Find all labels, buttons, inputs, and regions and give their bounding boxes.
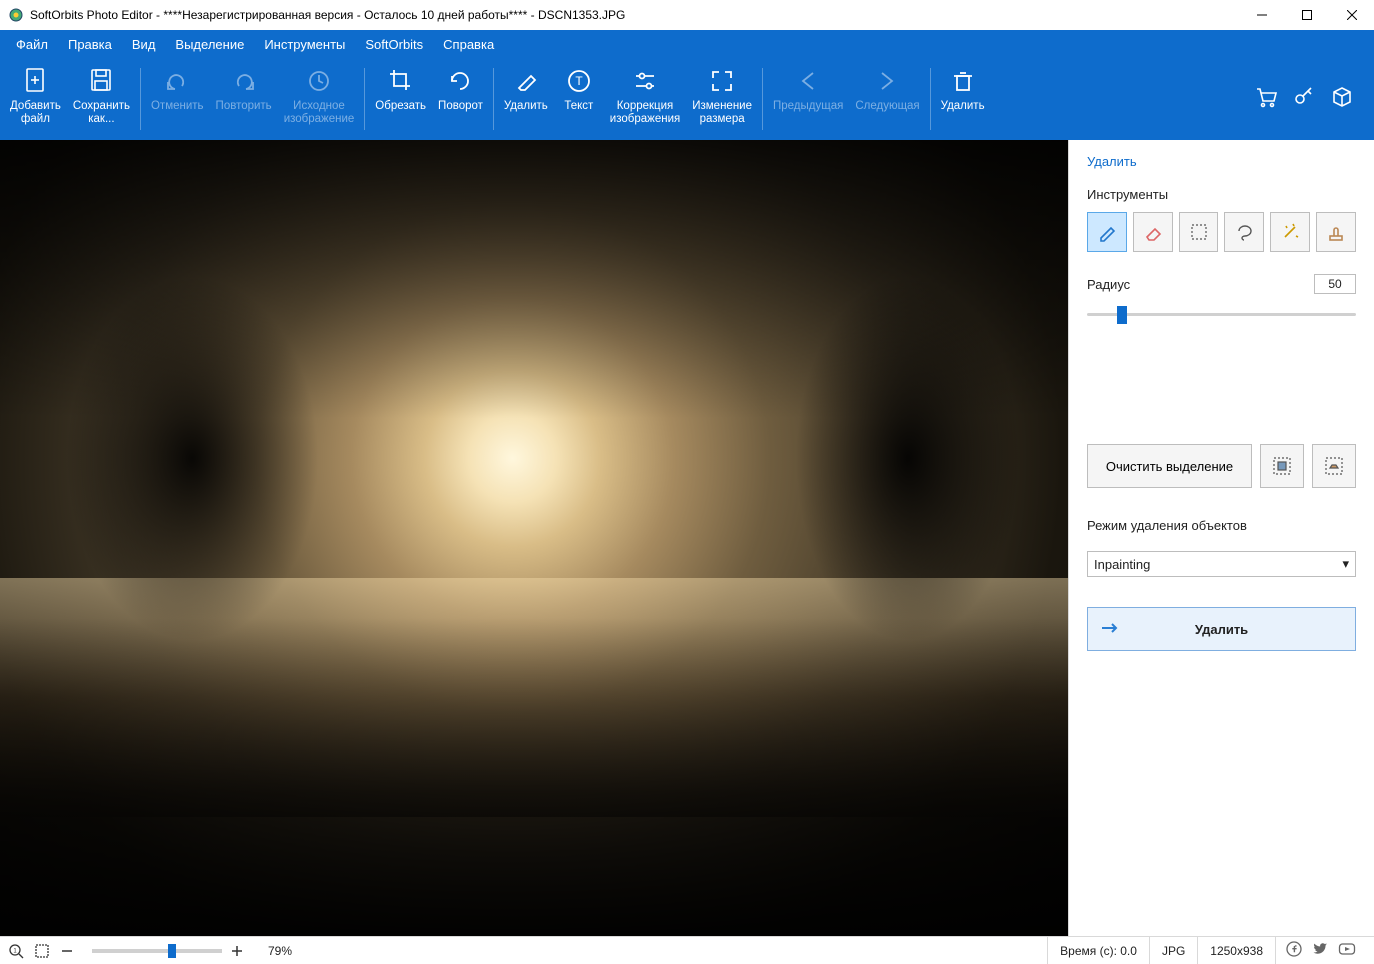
redo-icon xyxy=(231,64,257,98)
rotate-button[interactable]: Поворот xyxy=(432,58,489,140)
zoom-in-icon[interactable] xyxy=(230,944,244,958)
toolbar-divider xyxy=(762,68,763,130)
mode-select[interactable]: Inpainting ▾ xyxy=(1087,551,1356,577)
chevron-down-icon: ▾ xyxy=(1342,556,1349,572)
file-add-icon xyxy=(22,64,48,98)
stamp-tool[interactable] xyxy=(1316,212,1356,252)
eraser-icon xyxy=(513,64,539,98)
window-title: SoftOrbits Photo Editor - ****Незарегист… xyxy=(30,8,1239,22)
save-selection-button[interactable] xyxy=(1260,444,1304,488)
zoom-level: 79% xyxy=(268,944,292,958)
expand-icon xyxy=(709,64,735,98)
zoom-out-icon[interactable] xyxy=(60,944,74,958)
marker-tool[interactable] xyxy=(1087,212,1127,252)
zoom-actual-icon[interactable]: 1 xyxy=(8,943,24,959)
titlebar: SoftOrbits Photo Editor - ****Незарегист… xyxy=(0,0,1374,30)
prev-button[interactable]: Предыдущая xyxy=(767,58,849,140)
arrow-right-icon xyxy=(874,64,900,98)
radius-value[interactable]: 50 xyxy=(1314,274,1356,294)
sliders-icon xyxy=(632,64,658,98)
menu-edit[interactable]: Правка xyxy=(58,33,122,56)
status-format: JPG xyxy=(1149,937,1197,964)
crop-button[interactable]: Обрезать xyxy=(369,58,432,140)
undo-icon xyxy=(164,64,190,98)
arrow-left-icon xyxy=(795,64,821,98)
zoom-slider[interactable] xyxy=(92,949,222,953)
save-as-button[interactable]: Сохранить как... xyxy=(67,58,136,140)
trash-icon xyxy=(950,64,976,98)
status-time: Время (c): 0.0 xyxy=(1047,937,1149,964)
menubar: Файл Правка Вид Выделение Инструменты So… xyxy=(0,30,1374,58)
text-button[interactable]: T Текст xyxy=(554,58,604,140)
toolbar-divider xyxy=(364,68,365,130)
original-button[interactable]: Исходное изображение xyxy=(278,58,361,140)
statusbar: 1 79% Время (c): 0.0 JPG 1250x938 xyxy=(0,936,1374,964)
svg-text:1: 1 xyxy=(13,948,17,954)
canvas[interactable] xyxy=(0,140,1068,936)
svg-text:T: T xyxy=(575,74,583,88)
eraser-tool[interactable] xyxy=(1133,212,1173,252)
twitter-icon[interactable] xyxy=(1312,941,1328,960)
arrow-right-icon xyxy=(1100,621,1122,638)
undo-button[interactable]: Отменить xyxy=(145,58,210,140)
key-icon[interactable] xyxy=(1292,85,1316,114)
status-dimensions: 1250x938 xyxy=(1197,937,1275,964)
resize-button[interactable]: Изменение размера xyxy=(686,58,758,140)
history-icon xyxy=(306,64,332,98)
tools-label: Инструменты xyxy=(1087,187,1356,202)
menu-file[interactable]: Файл xyxy=(6,33,58,56)
clear-selection-button[interactable]: Очистить выделение xyxy=(1087,444,1252,488)
photo-image xyxy=(0,140,1068,936)
next-button[interactable]: Следующая xyxy=(849,58,925,140)
toolbar-divider xyxy=(493,68,494,130)
radius-slider[interactable] xyxy=(1087,304,1356,324)
facebook-icon[interactable] xyxy=(1286,941,1302,960)
workspace: Удалить Инструменты Радиус 50 Очистить в… xyxy=(0,140,1374,936)
toolbar-divider xyxy=(930,68,931,130)
crop-icon xyxy=(388,64,414,98)
rotate-icon xyxy=(447,64,473,98)
save-icon xyxy=(88,64,114,98)
text-icon: T xyxy=(566,64,592,98)
zoom-fit-icon[interactable] xyxy=(34,943,50,959)
minimize-button[interactable] xyxy=(1239,0,1284,30)
menu-help[interactable]: Справка xyxy=(433,33,504,56)
menu-selection[interactable]: Выделение xyxy=(165,33,254,56)
menu-softorbits[interactable]: SoftOrbits xyxy=(355,33,433,56)
app-icon xyxy=(8,7,24,23)
remove-button[interactable]: Удалить xyxy=(498,58,554,140)
tool-row xyxy=(1087,212,1356,252)
rect-select-tool[interactable] xyxy=(1179,212,1219,252)
remove-action-button[interactable]: Удалить xyxy=(1087,607,1356,651)
cart-icon[interactable] xyxy=(1254,85,1278,114)
mode-label: Режим удаления объектов xyxy=(1087,518,1356,533)
maximize-button[interactable] xyxy=(1284,0,1329,30)
load-selection-button[interactable] xyxy=(1312,444,1356,488)
delete-button[interactable]: Удалить xyxy=(935,58,991,140)
youtube-icon[interactable] xyxy=(1338,941,1356,960)
redo-button[interactable]: Повторить xyxy=(210,58,278,140)
radius-label: Радиус xyxy=(1087,277,1130,292)
close-button[interactable] xyxy=(1329,0,1374,30)
menu-view[interactable]: Вид xyxy=(122,33,166,56)
box-icon[interactable] xyxy=(1330,85,1354,114)
side-panel: Удалить Инструменты Радиус 50 Очистить в… xyxy=(1068,140,1374,936)
add-file-button[interactable]: Добавить файл xyxy=(4,58,67,140)
toolbar: Добавить файл Сохранить как... Отменить … xyxy=(0,58,1374,140)
menu-tools[interactable]: Инструменты xyxy=(254,33,355,56)
magic-wand-tool[interactable] xyxy=(1270,212,1310,252)
correction-button[interactable]: Коррекция изображения xyxy=(604,58,686,140)
panel-tab[interactable]: Удалить xyxy=(1087,154,1356,169)
lasso-tool[interactable] xyxy=(1224,212,1264,252)
toolbar-divider xyxy=(140,68,141,130)
